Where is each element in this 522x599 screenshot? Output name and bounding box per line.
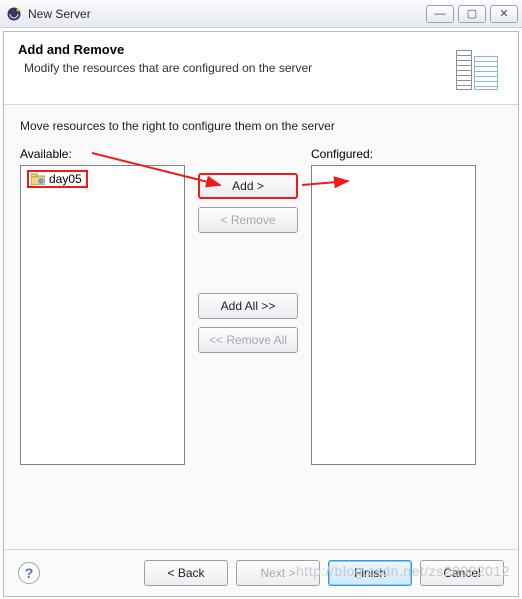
window-buttons: — ▢ ✕ bbox=[426, 5, 518, 23]
eclipse-icon bbox=[6, 6, 22, 22]
project-icon bbox=[31, 173, 45, 185]
next-button: Next > bbox=[236, 560, 320, 586]
cancel-button[interactable]: Cancel bbox=[420, 560, 504, 586]
back-button[interactable]: < Back bbox=[144, 560, 228, 586]
available-column: Available: day05 bbox=[20, 147, 185, 465]
maximize-button[interactable]: ▢ bbox=[458, 5, 486, 23]
list-item[interactable]: day05 bbox=[27, 170, 88, 188]
configured-label: Configured: bbox=[311, 147, 476, 161]
add-all-button[interactable]: Add All >> bbox=[198, 293, 298, 319]
window-title: New Server bbox=[28, 7, 426, 21]
wizard-frame: Add and Remove Modify the resources that… bbox=[3, 31, 519, 597]
banner-title: Add and Remove bbox=[18, 42, 456, 57]
help-icon[interactable]: ? bbox=[18, 562, 40, 584]
instruction-text: Move resources to the right to configure… bbox=[20, 119, 502, 133]
titlebar: New Server — ▢ ✕ bbox=[0, 0, 522, 28]
close-button[interactable]: ✕ bbox=[490, 5, 518, 23]
configured-column: Configured: bbox=[311, 147, 476, 465]
available-label: Available: bbox=[20, 147, 185, 161]
wizard-body: Move resources to the right to configure… bbox=[4, 105, 518, 549]
transfer-buttons: Add > < Remove Add All >> << Remove All bbox=[193, 147, 303, 353]
banner-subtitle: Modify the resources that are configured… bbox=[18, 61, 456, 75]
minimize-button[interactable]: — bbox=[426, 5, 454, 23]
remove-all-button: << Remove All bbox=[198, 327, 298, 353]
available-list[interactable]: day05 bbox=[20, 165, 185, 465]
remove-button: < Remove bbox=[198, 207, 298, 233]
server-icon bbox=[456, 42, 504, 90]
wizard-banner: Add and Remove Modify the resources that… bbox=[4, 32, 518, 105]
wizard-footer: ? < Back Next > Finish Cancel bbox=[4, 549, 518, 596]
add-button[interactable]: Add > bbox=[198, 173, 298, 199]
configured-list[interactable] bbox=[311, 165, 476, 465]
list-item-label: day05 bbox=[49, 172, 82, 186]
finish-button[interactable]: Finish bbox=[328, 560, 412, 586]
